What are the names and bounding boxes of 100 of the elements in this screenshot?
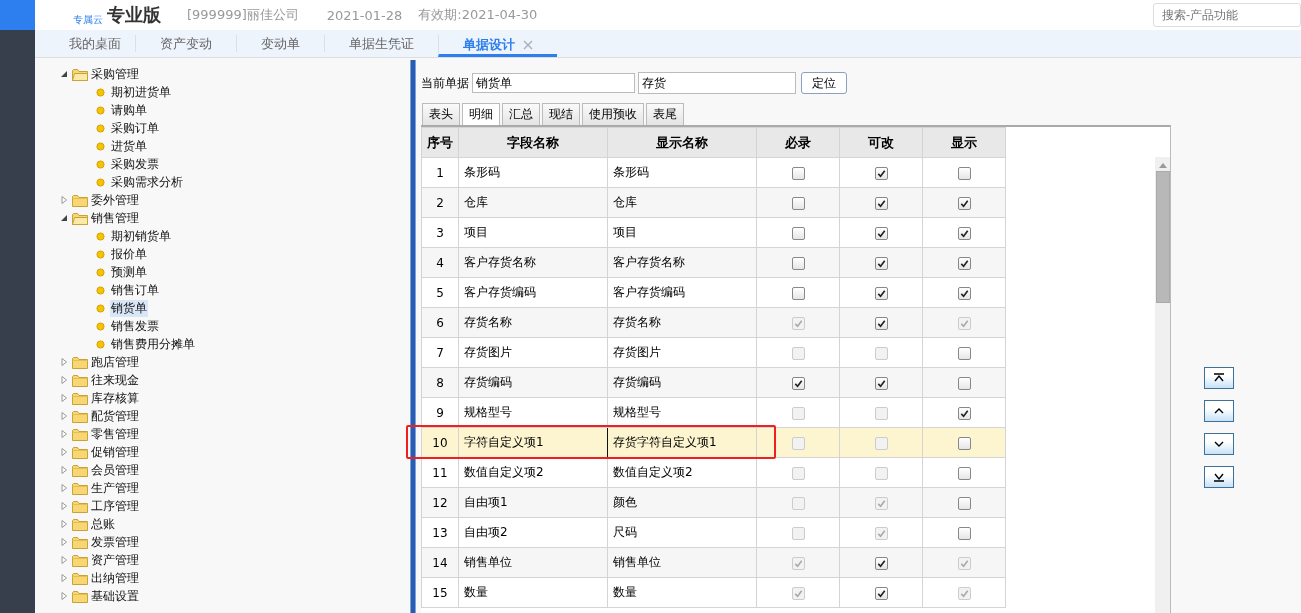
tree-item[interactable]: 预测单 bbox=[110, 263, 148, 281]
close-icon[interactable] bbox=[523, 39, 533, 50]
tree-item[interactable]: 销售发票 bbox=[110, 317, 160, 335]
tree-item[interactable]: 期初进货单 bbox=[110, 83, 172, 101]
locate-field[interactable]: 存货 bbox=[638, 72, 796, 94]
table-cell[interactable]: 自由项2 bbox=[458, 517, 608, 548]
table-cell[interactable]: 存货编码 bbox=[458, 367, 608, 398]
checkbox[interactable] bbox=[791, 166, 805, 180]
tree-item[interactable]: 采购订单 bbox=[110, 119, 160, 137]
checkbox[interactable] bbox=[874, 166, 888, 180]
sub-tab[interactable]: 表尾 bbox=[646, 103, 684, 125]
table-cell[interactable]: 仓库 bbox=[607, 187, 757, 218]
table-cell[interactable]: 条形码 bbox=[607, 157, 757, 188]
table-cell[interactable]: 客户存货编码 bbox=[607, 277, 757, 308]
table-cell[interactable]: 数值自定义项2 bbox=[458, 457, 608, 488]
table-cell[interactable]: 数值自定义项2 bbox=[607, 457, 757, 488]
sub-tab[interactable]: 明细 bbox=[462, 103, 500, 125]
move-up-button[interactable] bbox=[1204, 400, 1234, 422]
tree-folder[interactable]: 基础设置 bbox=[90, 587, 140, 605]
checkbox[interactable] bbox=[957, 376, 971, 390]
checkbox[interactable] bbox=[957, 346, 971, 360]
table-cell[interactable]: 项目 bbox=[607, 217, 757, 248]
checkbox[interactable] bbox=[791, 226, 805, 240]
splitter[interactable] bbox=[410, 60, 416, 613]
table-cell[interactable]: 存货名称 bbox=[458, 307, 608, 338]
checkbox[interactable] bbox=[791, 256, 805, 270]
checkbox[interactable] bbox=[874, 586, 888, 600]
tree-item[interactable]: 采购需求分析 bbox=[110, 173, 184, 191]
table-cell[interactable]: 存货编码 bbox=[607, 367, 757, 398]
tree-folder[interactable]: 工序管理 bbox=[90, 497, 140, 515]
checkbox[interactable] bbox=[791, 376, 805, 390]
table-cell[interactable]: 销售单位 bbox=[458, 547, 608, 578]
checkbox[interactable] bbox=[874, 556, 888, 570]
checkbox[interactable] bbox=[874, 256, 888, 270]
tree-folder[interactable]: 跑店管理 bbox=[90, 353, 140, 371]
tree-item[interactable]: 采购发票 bbox=[110, 155, 160, 173]
tree-folder[interactable]: 销售管理 bbox=[90, 209, 140, 227]
tree-folder[interactable]: 总账 bbox=[90, 515, 116, 533]
tree-folder[interactable]: 出纳管理 bbox=[90, 569, 140, 587]
document-field[interactable]: 销货单 bbox=[472, 73, 635, 93]
tree-folder[interactable]: 促销管理 bbox=[90, 443, 140, 461]
nav-tab[interactable]: 我的桌面 bbox=[55, 30, 135, 57]
tree-folder[interactable]: 配货管理 bbox=[90, 407, 140, 425]
table-cell[interactable]: 存货字符自定义项1 bbox=[607, 427, 757, 458]
scroll-up-icon[interactable] bbox=[1158, 163, 1167, 168]
table-cell[interactable]: 销售单位 bbox=[607, 547, 757, 578]
checkbox[interactable] bbox=[791, 286, 805, 300]
move-down-button[interactable] bbox=[1204, 433, 1234, 455]
sub-tab[interactable]: 现结 bbox=[542, 103, 580, 125]
locate-button[interactable]: 定位 bbox=[801, 72, 847, 94]
tree-folder[interactable]: 零售管理 bbox=[90, 425, 140, 443]
checkbox[interactable] bbox=[957, 226, 971, 240]
sub-tab[interactable]: 表头 bbox=[422, 103, 460, 125]
tree-item[interactable]: 销售订单 bbox=[110, 281, 160, 299]
checkbox[interactable] bbox=[957, 526, 971, 540]
tree-item[interactable]: 报价单 bbox=[110, 245, 148, 263]
checkbox[interactable] bbox=[957, 496, 971, 510]
scrollbar[interactable] bbox=[1155, 157, 1170, 613]
tree-folder[interactable]: 生产管理 bbox=[90, 479, 140, 497]
table-cell[interactable]: 存货名称 bbox=[607, 307, 757, 338]
checkbox[interactable] bbox=[957, 166, 971, 180]
expander-icon[interactable] bbox=[60, 214, 68, 222]
move-bottom-button[interactable] bbox=[1204, 466, 1234, 488]
table-cell[interactable]: 字符自定义项1 bbox=[458, 427, 608, 458]
tree-folder[interactable]: 发票管理 bbox=[90, 533, 140, 551]
tree-item[interactable]: 销货单 bbox=[110, 299, 148, 317]
sub-tab[interactable]: 汇总 bbox=[502, 103, 540, 125]
table-cell[interactable]: 仓库 bbox=[458, 187, 608, 218]
table-cell[interactable]: 数量 bbox=[458, 577, 608, 608]
table-cell[interactable]: 颜色 bbox=[607, 487, 757, 518]
search-field[interactable]: 搜索-产品功能 bbox=[1153, 3, 1301, 27]
table-cell[interactable]: 数量 bbox=[607, 577, 757, 608]
table-cell[interactable]: 条形码 bbox=[458, 157, 608, 188]
checkbox[interactable] bbox=[874, 316, 888, 330]
tree-folder[interactable]: 资产管理 bbox=[90, 551, 140, 569]
nav-tab[interactable]: 资产变动 bbox=[135, 35, 236, 52]
checkbox[interactable] bbox=[957, 466, 971, 480]
tree-item[interactable]: 销售费用分摊单 bbox=[110, 335, 196, 353]
tree-folder[interactable]: 往来现金 bbox=[90, 371, 140, 389]
expander-icon[interactable] bbox=[60, 70, 68, 78]
checkbox[interactable] bbox=[874, 226, 888, 240]
checkbox[interactable] bbox=[791, 196, 805, 210]
table-cell[interactable]: 客户存货名称 bbox=[607, 247, 757, 278]
tree-folder[interactable]: 库存核算 bbox=[90, 389, 140, 407]
table-cell[interactable]: 自由项1 bbox=[458, 487, 608, 518]
checkbox[interactable] bbox=[957, 406, 971, 420]
table-cell[interactable]: 存货图片 bbox=[458, 337, 608, 368]
sub-tab[interactable]: 使用预收 bbox=[582, 103, 644, 125]
checkbox[interactable] bbox=[957, 256, 971, 270]
table-cell[interactable]: 客户存货编码 bbox=[458, 277, 608, 308]
tree-item[interactable]: 进货单 bbox=[110, 137, 148, 155]
checkbox[interactable] bbox=[957, 436, 971, 450]
tree-item[interactable]: 请购单 bbox=[110, 101, 148, 119]
move-top-button[interactable] bbox=[1204, 367, 1234, 389]
checkbox[interactable] bbox=[957, 286, 971, 300]
table-cell[interactable]: 尺码 bbox=[607, 517, 757, 548]
table-cell[interactable]: 客户存货名称 bbox=[458, 247, 608, 278]
nav-tab[interactable]: 变动单 bbox=[236, 35, 324, 52]
tree-item[interactable]: 期初销货单 bbox=[110, 227, 172, 245]
checkbox[interactable] bbox=[874, 286, 888, 300]
